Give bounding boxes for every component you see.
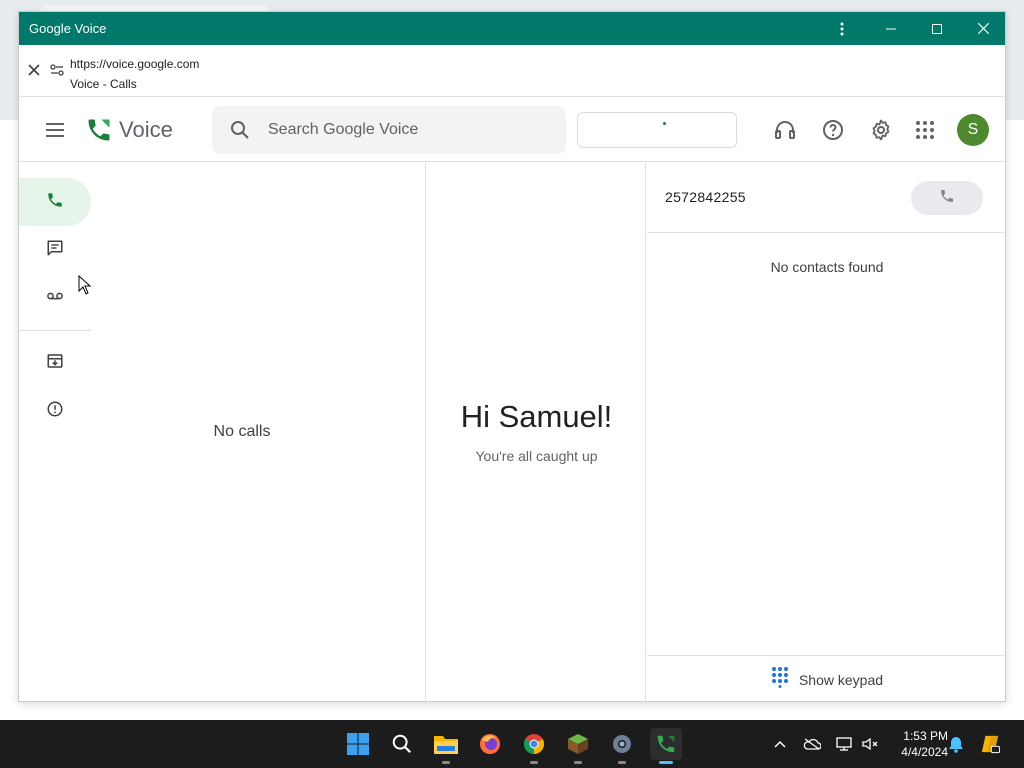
- page-title: Voice - Calls: [70, 77, 137, 91]
- close-window-button[interactable]: [960, 12, 1005, 45]
- onedrive-icon[interactable]: [802, 734, 822, 754]
- keypad-icon: [771, 666, 789, 693]
- call-button[interactable]: [911, 181, 983, 215]
- google-voice-app-icon[interactable]: [650, 728, 682, 764]
- mouse-cursor-icon: [78, 274, 92, 295]
- status-indicator: [577, 112, 737, 148]
- url-address: https://voice.google.com: [70, 57, 200, 71]
- notification-bell-icon[interactable]: [946, 734, 966, 754]
- nav-calls[interactable]: [19, 178, 91, 226]
- menu-icon[interactable]: [41, 116, 69, 144]
- more-options-icon[interactable]: [819, 12, 865, 45]
- url-bar: https://voice.google.com Voice - Calls: [19, 45, 1005, 97]
- spam-icon: [46, 400, 64, 423]
- caught-up-text: You're all caught up: [475, 448, 598, 464]
- dialer-pane: 2572842255 No contacts found Show keypad: [647, 163, 1005, 701]
- nav-divider: [19, 330, 91, 331]
- system-clock[interactable]: 1:53 PM 4/4/2024: [886, 728, 948, 760]
- clock-date: 4/4/2024: [901, 745, 948, 759]
- calls-list-pane: No calls: [91, 163, 426, 701]
- settings-app-icon[interactable]: [606, 728, 638, 764]
- search-icon[interactable]: [386, 728, 418, 760]
- search-input[interactable]: [268, 116, 548, 144]
- apps-grid-icon[interactable]: [913, 118, 937, 142]
- voice-logo-icon[interactable]: [85, 116, 113, 144]
- search-icon[interactable]: [228, 118, 252, 142]
- volume-muted-icon[interactable]: [860, 734, 880, 754]
- nav-messages[interactable]: [19, 226, 91, 274]
- chrome-icon[interactable]: [518, 728, 550, 764]
- file-explorer-icon[interactable]: [430, 728, 462, 764]
- search-bar[interactable]: [212, 106, 566, 154]
- chevron-up-icon[interactable]: [770, 734, 790, 754]
- clock-time: 1:53 PM: [903, 729, 948, 743]
- welcome-pane: Hi Samuel! You're all caught up: [427, 163, 646, 701]
- nav-archive[interactable]: [19, 339, 91, 387]
- title-bar: Google Voice: [19, 12, 1005, 45]
- firefox-icon[interactable]: [474, 728, 506, 760]
- minimize-button[interactable]: [868, 12, 914, 45]
- keypad-label: Show keypad: [798, 671, 884, 688]
- dial-number-field[interactable]: 2572842255: [665, 189, 746, 205]
- minecraft-icon[interactable]: [562, 728, 594, 764]
- site-settings-icon[interactable]: [49, 62, 65, 78]
- url-info: https://voice.google.com Voice - Calls: [70, 54, 199, 94]
- help-icon[interactable]: [821, 118, 845, 142]
- network-icon[interactable]: [834, 734, 854, 754]
- phone-icon: [46, 191, 64, 214]
- maximize-button[interactable]: [914, 12, 960, 45]
- archive-icon: [46, 352, 64, 375]
- window-title: Google Voice: [29, 21, 107, 36]
- loading-dot: [663, 122, 666, 125]
- voicemail-icon: [46, 287, 64, 310]
- settings-icon[interactable]: [869, 118, 893, 142]
- dial-number-row: 2572842255: [647, 163, 1005, 233]
- google-voice-window: Google Voice https://voice.google.com Vo…: [18, 11, 1006, 702]
- copilot-icon[interactable]: [980, 734, 1000, 754]
- greeting: Hi Samuel!: [460, 399, 613, 434]
- windows-start-icon[interactable]: [342, 728, 374, 760]
- phone-icon: [939, 188, 955, 209]
- avatar[interactable]: S: [957, 114, 989, 146]
- headset-icon[interactable]: [773, 118, 797, 142]
- app-name: Voice: [119, 117, 173, 142]
- app-header: Voice S: [19, 98, 1005, 162]
- no-contacts-text: No contacts found: [770, 259, 884, 275]
- taskbar: 1:53 PM 4/4/2024: [0, 720, 1024, 768]
- message-icon: [46, 239, 64, 262]
- empty-calls-text: No calls: [213, 423, 271, 440]
- close-icon[interactable]: [25, 61, 43, 79]
- show-keypad-button[interactable]: Show keypad: [647, 655, 1005, 701]
